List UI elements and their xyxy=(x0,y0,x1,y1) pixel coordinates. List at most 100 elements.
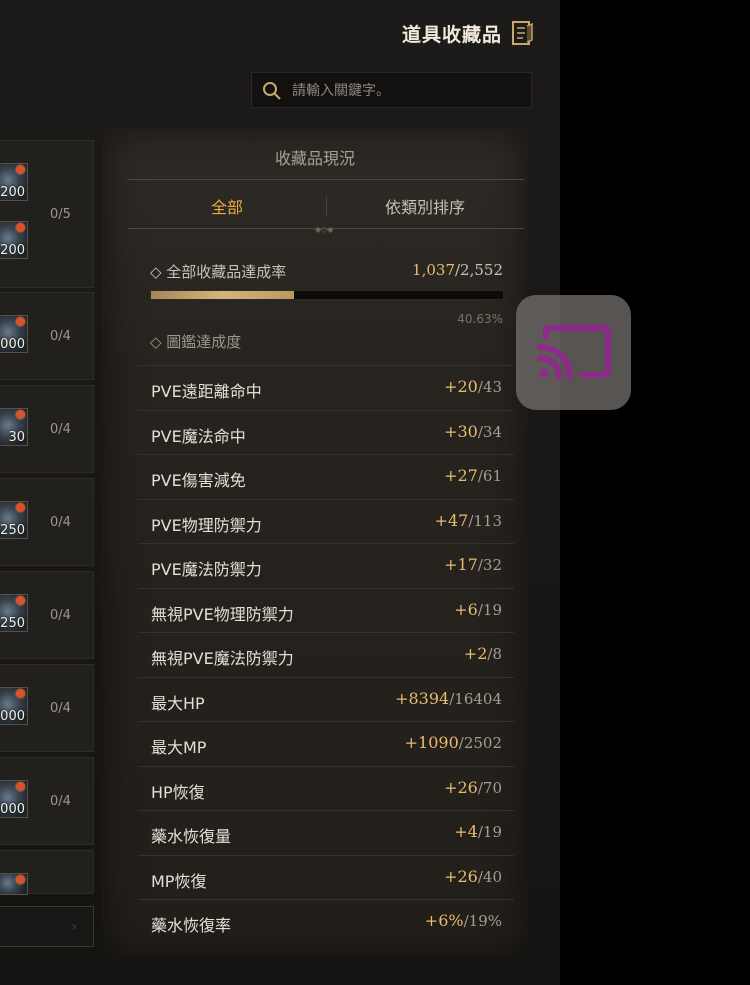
tab-all[interactable]: 全部 xyxy=(128,193,326,223)
stat-value: +27/61 xyxy=(444,466,502,485)
panel-title: 收藏品現況 xyxy=(274,149,355,168)
stat-value: +17/32 xyxy=(444,555,502,574)
stat-value: +26/70 xyxy=(444,778,502,797)
stat-row: PVE魔法命中 +30/34 xyxy=(138,409,514,455)
stat-value: +26/40 xyxy=(444,867,502,886)
stat-current: +17 xyxy=(444,555,478,574)
stat-max: /19 xyxy=(477,600,502,619)
stat-current: +26 xyxy=(444,777,478,797)
stat-row: 藥水恢復率 +6%/19% xyxy=(138,899,514,944)
notification-dot xyxy=(16,410,25,419)
stat-max: /70 xyxy=(477,778,502,797)
completion-percent: 40.63% xyxy=(457,312,503,326)
stat-row: 最大HP +8394/16404 xyxy=(138,676,514,722)
notification-dot xyxy=(16,782,25,791)
item-thumbnail[interactable]: 200 xyxy=(0,163,28,201)
stat-value: +6%/19% xyxy=(425,911,502,930)
search-bar xyxy=(251,72,532,109)
collection-achievement-label: ◇ 圖鑑達成度 xyxy=(150,333,242,351)
stat-list: PVE遠距離命中 +20/43 PVE魔法命中 +30/34 PVE傷害減免 +… xyxy=(138,365,514,944)
stat-name: 無視PVE物理防禦力 xyxy=(151,604,294,624)
stat-row: 無視PVE魔法防禦力 +2/8 xyxy=(138,632,514,677)
stat-name: 無視PVE魔法防禦力 xyxy=(151,649,294,668)
notification-dot xyxy=(16,689,25,698)
stat-value: +1090/2502 xyxy=(405,733,502,752)
completion-progress-bar xyxy=(150,290,504,300)
stat-value: +47/113 xyxy=(435,511,502,530)
item-thumbnail[interactable]: 200 xyxy=(0,221,28,259)
list-item[interactable] xyxy=(0,850,94,895)
list-item[interactable]: 000 0/4 xyxy=(0,664,94,752)
item-thumbnail[interactable]: 250 xyxy=(0,501,28,539)
item-thumbnail[interactable]: 000 xyxy=(0,780,28,818)
list-item[interactable]: 200 200 0/5 xyxy=(0,140,94,288)
collection-count: 0/4 xyxy=(50,329,71,344)
stat-name: 藥水恢復率 xyxy=(151,916,232,935)
stat-value: +20/43 xyxy=(444,377,502,396)
stat-name: PVE魔法命中 xyxy=(151,426,246,446)
stat-value: +2/8 xyxy=(464,644,502,663)
item-thumbnail[interactable]: 000 xyxy=(0,315,28,353)
stat-name: 最大MP xyxy=(151,738,207,757)
list-item[interactable]: 000 0/4 xyxy=(0,757,94,845)
item-thumbnail[interactable] xyxy=(0,873,28,895)
ornament-icon: ◆◇◆ xyxy=(315,225,334,234)
stat-value: +6/19 xyxy=(454,600,502,619)
chevron-right-icon: › xyxy=(71,919,77,935)
notification-dot xyxy=(16,875,25,884)
stat-value: +8394/16404 xyxy=(395,689,502,708)
stat-current: +20 xyxy=(444,377,478,396)
stat-current: +26 xyxy=(444,866,478,886)
collection-count: 0/4 xyxy=(50,794,71,809)
stat-row: 無視PVE物理防禦力 +6/19 xyxy=(138,587,514,633)
item-thumbnail[interactable]: 30 xyxy=(0,408,28,446)
list-item[interactable]: 30 0/4 xyxy=(0,385,94,473)
item-quantity: 250 xyxy=(0,523,25,538)
stat-current: +1090 xyxy=(404,733,459,752)
list-item[interactable]: 000 0/4 xyxy=(0,292,94,380)
collection-count: 0/4 xyxy=(50,701,71,716)
item-quantity: 000 xyxy=(0,802,25,817)
item-quantity: 250 xyxy=(0,616,25,631)
stat-row: 最大MP +1090/2502 xyxy=(138,721,514,766)
collection-book-icon[interactable] xyxy=(511,20,533,46)
stat-row: HP恢復 +26/70 xyxy=(138,765,514,811)
item-quantity: 000 xyxy=(0,709,25,724)
stat-max: /8 xyxy=(487,645,502,663)
item-quantity: 000 xyxy=(0,337,25,352)
collection-count: 0/4 xyxy=(50,608,71,623)
stat-current: +30 xyxy=(444,421,478,441)
stat-row: PVE傷害減免 +27/61 xyxy=(138,454,514,499)
stat-max: /2502 xyxy=(458,734,502,752)
tab-by-category[interactable]: 依類別排序 xyxy=(326,193,524,223)
stat-max: /34 xyxy=(477,422,502,441)
stat-current: +2 xyxy=(463,644,488,663)
stat-row: PVE魔法防禦力 +17/32 xyxy=(138,543,514,588)
divider xyxy=(128,179,524,180)
item-quantity: 30 xyxy=(8,430,25,445)
stat-name: PVE魔法防禦力 xyxy=(151,560,262,579)
search-input[interactable] xyxy=(290,73,529,109)
stat-row: 藥水恢復量 +4/19 xyxy=(138,810,514,855)
stat-row: MP恢復 +26/40 xyxy=(138,854,514,900)
completion-rate-current: 1,037 xyxy=(412,261,455,279)
stat-name: MP恢復 xyxy=(151,871,207,891)
list-item[interactable]: 250 0/4 xyxy=(0,571,94,659)
screen-cast-icon xyxy=(537,325,611,380)
list-item[interactable]: 250 0/4 xyxy=(0,478,94,566)
notification-dot xyxy=(16,317,25,326)
collection-status-panel: 收藏品現況 全部 依類別排序 ◆◇◆ ◇ 全部收藏品達成率 1,037/2,55… xyxy=(102,128,528,958)
item-thumbnail[interactable]: 000 xyxy=(0,687,28,725)
page-title: 道具收藏品 xyxy=(401,24,502,46)
stat-max: /32 xyxy=(477,556,502,574)
stat-row: PVE遠距離命中 +20/43 xyxy=(138,365,514,410)
list-footer-button[interactable]: › xyxy=(0,906,94,947)
stat-current: +47 xyxy=(434,510,469,530)
completion-rate-label: ◇ 全部收藏品達成率 xyxy=(150,263,287,281)
item-thumbnail[interactable]: 250 xyxy=(0,594,28,632)
completion-progress-fill xyxy=(151,291,295,299)
stat-max: /40 xyxy=(477,867,502,886)
screen-cast-button[interactable] xyxy=(516,295,631,410)
stat-value: +30/34 xyxy=(444,422,502,441)
stat-current: +4 xyxy=(454,822,478,841)
